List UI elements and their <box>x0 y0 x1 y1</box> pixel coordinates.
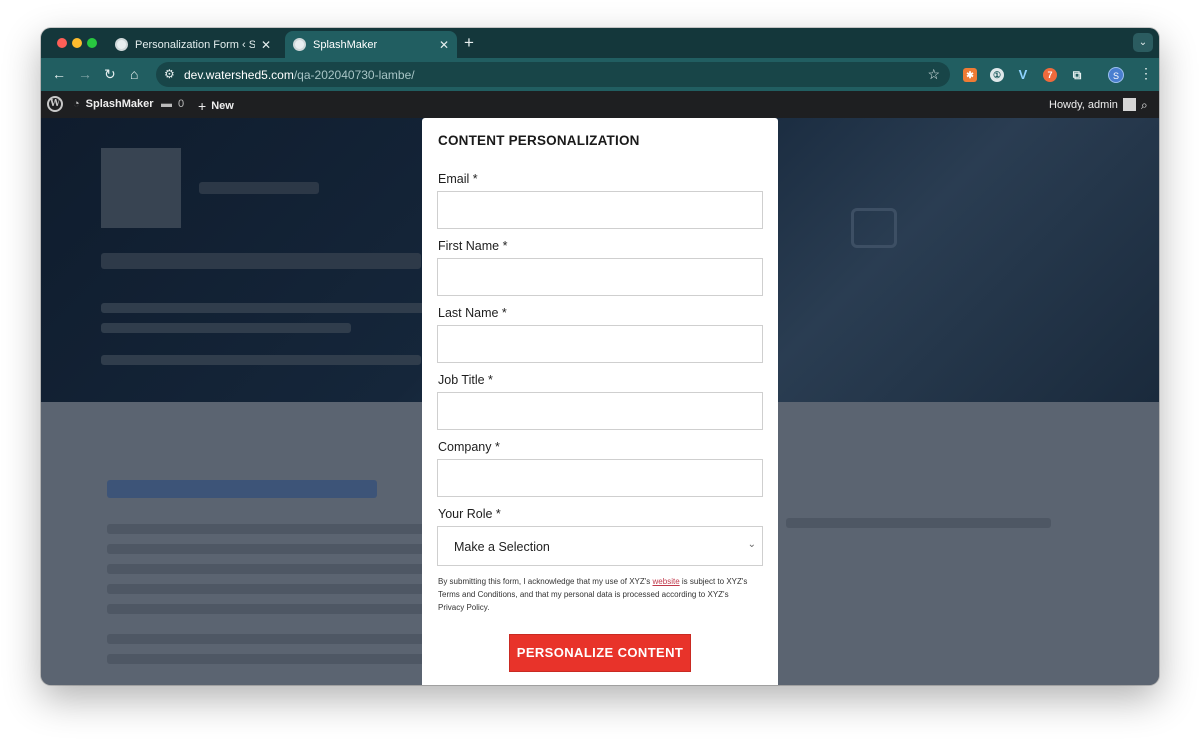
blurred-text-line <box>199 182 319 194</box>
tab-personalization-form[interactable]: Personalization Form ‹ Splash ✕ <box>107 31 279 58</box>
vimeo-extension-icon[interactable]: V <box>1016 68 1030 82</box>
blurred-heading <box>107 480 377 498</box>
blurred-text-line <box>107 524 427 534</box>
dashboard-gauge-icon: ◔ <box>73 98 80 110</box>
site-settings-icon[interactable]: ⚙ <box>164 67 175 81</box>
email-label: Email * <box>438 172 478 186</box>
wp-logo-item[interactable]: W <box>47 96 63 112</box>
new-tab-button[interactable]: + <box>464 33 474 53</box>
consent-disclaimer: By submitting this form, I acknowledge t… <box>438 577 748 612</box>
close-window-button[interactable] <box>57 38 67 48</box>
new-content-item[interactable]: + New <box>198 98 234 114</box>
back-arrow-icon[interactable]: ← <box>52 66 66 82</box>
wordpress-favicon-icon <box>293 38 306 51</box>
bookmark-star-icon[interactable]: ☆ <box>927 66 940 83</box>
close-tab-icon[interactable]: ✕ <box>439 38 449 52</box>
comment-bubble-icon: ▬ <box>161 98 172 110</box>
company-logo-placeholder <box>101 148 181 228</box>
wordpress-favicon-icon <box>115 38 128 51</box>
tab-search-chevron-icon[interactable]: ⌄ <box>1133 33 1153 52</box>
wordpress-logo-icon: W <box>47 96 63 112</box>
home-icon[interactable]: ⌂ <box>130 66 138 82</box>
tab-bar: Personalization Form ‹ Splash ✕ SplashMa… <box>41 28 1159 58</box>
comments-item[interactable]: ▬ 0 <box>161 98 184 110</box>
plus-icon: + <box>198 98 207 114</box>
profile-avatar[interactable]: S <box>1108 67 1124 83</box>
last-name-label: Last Name * <box>438 306 507 320</box>
personalize-content-button[interactable]: PERSONALIZE CONTENT <box>509 634 691 672</box>
browser-menu-icon[interactable]: ⋮ <box>1139 65 1153 82</box>
blurred-text-line <box>107 544 427 554</box>
blurred-text-line <box>101 355 421 365</box>
site-name-item[interactable]: ◔ SplashMaker <box>73 98 154 110</box>
role-label: Your Role * <box>438 507 501 521</box>
reload-icon[interactable]: ↻ <box>104 66 116 83</box>
orange-extension-icon[interactable]: 7 <box>1043 68 1057 82</box>
role-select-value: Make a Selection <box>454 540 550 554</box>
role-select[interactable]: Make a Selection ⌄ <box>437 526 763 566</box>
blurred-text-line <box>107 564 427 574</box>
job-title-field[interactable] <box>437 392 763 430</box>
admin-search-icon[interactable]: ⌕ <box>1141 98 1148 113</box>
chevron-down-icon: ⌄ <box>747 539 756 550</box>
modal-title: CONTENT PERSONALIZATION <box>438 133 640 148</box>
content-personalization-modal: CONTENT PERSONALIZATION Email * First Na… <box>422 118 778 685</box>
email-field[interactable] <box>437 191 763 229</box>
lock-graphic <box>851 208 897 248</box>
last-name-field[interactable] <box>437 325 763 363</box>
wp-admin-bar: W ◔ SplashMaker ▬ 0 + New Howdy, admin ⌕ <box>41 91 1159 118</box>
forward-arrow-icon[interactable]: → <box>78 66 92 82</box>
blurred-text-line <box>107 634 427 644</box>
blurred-text-line <box>107 584 427 594</box>
address-bar[interactable]: ⚙ dev.watershed5.com/qa-202040730-lambe/… <box>156 62 950 87</box>
blurred-text-line <box>107 604 427 614</box>
company-field[interactable] <box>437 459 763 497</box>
account-item[interactable]: Howdy, admin <box>1049 98 1136 111</box>
hubspot-extension-icon[interactable]: ✱ <box>963 68 977 82</box>
blurred-text-line <box>786 518 1051 528</box>
extensions-puzzle-icon[interactable]: ⧉ <box>1070 68 1084 82</box>
blurred-text-line <box>107 654 427 664</box>
first-name-label: First Name * <box>438 239 508 253</box>
password-manager-extension-icon[interactable]: ① <box>990 68 1004 82</box>
website-link[interactable]: website <box>653 577 680 586</box>
avatar <box>1122 98 1136 111</box>
close-tab-icon[interactable]: ✕ <box>261 38 271 52</box>
job-title-label: Job Title * <box>438 373 493 387</box>
company-label: Company * <box>438 440 500 454</box>
browser-toolbar: ← → ↻ ⌂ ⚙ dev.watershed5.com/qa-20204073… <box>41 58 1159 91</box>
blurred-text-line <box>101 253 421 269</box>
first-name-field[interactable] <box>437 258 763 296</box>
blurred-text-line <box>101 303 431 313</box>
tab-splashmaker[interactable]: SplashMaker ✕ <box>285 31 457 58</box>
blurred-text-line <box>101 323 351 333</box>
minimize-window-button[interactable] <box>72 38 82 48</box>
url-text[interactable]: dev.watershed5.com/qa-202040730-lambe/ <box>184 68 415 82</box>
zoom-window-button[interactable] <box>87 38 97 48</box>
